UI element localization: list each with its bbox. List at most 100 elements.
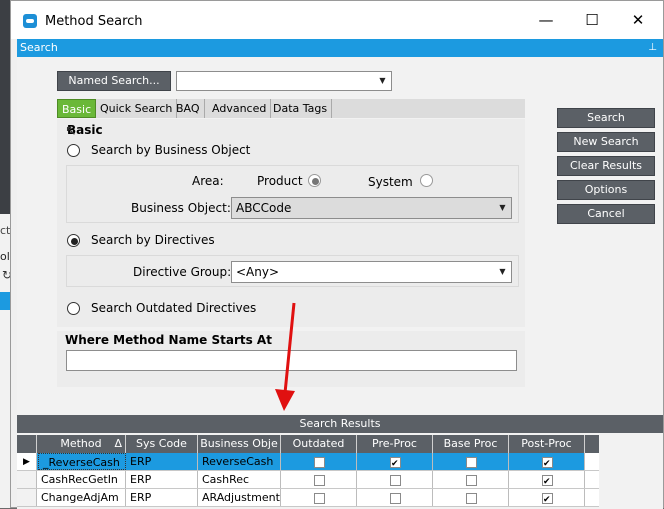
- tab-data-tags[interactable]: Data Tags: [269, 99, 333, 118]
- area-product-label: Product: [257, 174, 303, 188]
- cell-outdated[interactable]: [281, 471, 357, 488]
- where-method-heading: Where Method Name Starts At: [65, 333, 272, 347]
- tab-strip: Basic Quick Search BAQ Advanced Data Tag…: [57, 99, 525, 118]
- options-button[interactable]: Options: [557, 180, 655, 200]
- tab-baq[interactable]: BAQ: [172, 99, 205, 118]
- radio-business-object[interactable]: [67, 144, 80, 157]
- new-search-button[interactable]: New Search: [557, 132, 655, 152]
- header-post-proc[interactable]: Post-Proc: [509, 435, 585, 453]
- cell-method[interactable]: ChangeAdjAm: [37, 489, 126, 506]
- directive-group-combo[interactable]: <Any> ▼: [231, 261, 512, 283]
- checkbox-base-proc[interactable]: [466, 457, 477, 468]
- header-pre-proc[interactable]: Pre-Proc: [357, 435, 433, 453]
- results-title: Search Results: [17, 415, 663, 433]
- pin-icon[interactable]: ⊥: [648, 39, 657, 57]
- basic-section: Basic ↖ Search by Business Object Area: …: [57, 119, 525, 327]
- header-base-proc[interactable]: Base Proc: [433, 435, 509, 453]
- checkbox-outdated[interactable]: [314, 475, 325, 486]
- minimize-button[interactable]: —: [523, 1, 569, 39]
- business-object-combo[interactable]: ABCCode ▼: [231, 197, 512, 219]
- cell-business-object[interactable]: CashRec: [198, 471, 281, 488]
- cell-business-object[interactable]: ReverseCash: [198, 453, 281, 470]
- cell-pre-proc[interactable]: [357, 489, 433, 506]
- row-indicator: [17, 489, 37, 506]
- results-scroll-area[interactable]: [599, 435, 663, 509]
- search-header-label: Search: [20, 41, 58, 54]
- maximize-button[interactable]: ☐: [569, 1, 615, 39]
- named-search-button[interactable]: Named Search...: [57, 71, 171, 91]
- search-panel: Named Search... ▼ Basic Quick Search BAQ…: [17, 57, 663, 509]
- cell-sys-code[interactable]: ERP: [126, 471, 198, 488]
- search-button[interactable]: Search: [557, 108, 655, 128]
- area-system-label: System: [368, 175, 413, 189]
- cell-base-proc[interactable]: [433, 471, 509, 488]
- header-sys-code[interactable]: Sys Code: [126, 435, 198, 453]
- method-search-window: Method Search — ☐ ✕ Search ⊥ Named Searc…: [10, 0, 664, 509]
- checkbox-outdated[interactable]: [314, 457, 325, 468]
- cell-pre-proc[interactable]: [357, 471, 433, 488]
- chevron-down-icon[interactable]: ▼: [376, 74, 389, 88]
- directive-group-box: Directive Group: <Any> ▼: [66, 255, 519, 287]
- window-title: Method Search: [45, 14, 143, 29]
- cell-method[interactable]: CashRecGetIn: [37, 471, 126, 488]
- cell-base-proc[interactable]: [433, 453, 509, 470]
- cell-outdated[interactable]: [281, 453, 357, 470]
- directive-group-label: Directive Group:: [133, 265, 232, 279]
- cell-post-proc[interactable]: [509, 453, 585, 470]
- results-header: Method Δ Sys Code Business Obje Outdated…: [17, 435, 599, 453]
- area-label: Area:: [192, 174, 224, 188]
- header-business-object[interactable]: Business Obje: [198, 435, 281, 453]
- business-object-value: ABCCode: [236, 201, 292, 215]
- close-button[interactable]: ✕: [615, 1, 661, 39]
- search-header: Search ⊥: [17, 39, 663, 57]
- chevron-down-icon[interactable]: ▼: [496, 265, 509, 280]
- radio-directives-label: Search by Directives: [91, 233, 215, 247]
- cancel-button[interactable]: Cancel: [557, 204, 655, 224]
- cell-method[interactable]: _ReverseCash: [38, 453, 126, 470]
- checkbox-pre-proc[interactable]: [390, 455, 401, 470]
- header-method[interactable]: Method Δ: [37, 435, 126, 453]
- checkbox-post-proc[interactable]: [542, 455, 553, 470]
- header-spacer: [17, 435, 37, 453]
- radio-area-system[interactable]: [420, 174, 433, 187]
- radio-directives[interactable]: [67, 234, 80, 247]
- table-row[interactable]: CashRecGetIn ERP CashRec: [17, 471, 599, 489]
- tab-advanced[interactable]: Advanced: [208, 99, 272, 118]
- business-object-label: Business Object:: [131, 201, 231, 215]
- checkbox-outdated[interactable]: [314, 493, 325, 504]
- checkbox-base-proc[interactable]: [466, 493, 477, 504]
- named-search-combo[interactable]: ▼: [176, 71, 392, 91]
- cell-post-proc[interactable]: [509, 471, 585, 488]
- tab-quick-search[interactable]: Quick Search: [96, 99, 178, 118]
- checkbox-post-proc[interactable]: [542, 473, 553, 488]
- row-indicator-icon: ▶: [17, 453, 37, 470]
- checkbox-base-proc[interactable]: [466, 475, 477, 486]
- checkbox-post-proc[interactable]: [542, 491, 553, 506]
- clear-results-button[interactable]: Clear Results: [557, 156, 655, 176]
- checkbox-pre-proc[interactable]: [390, 475, 401, 486]
- results-area: Search Results Method Δ Sys Code Busines…: [17, 415, 663, 509]
- table-row[interactable]: ChangeAdjAm ERP ARAdjustment: [17, 489, 599, 507]
- radio-outdated[interactable]: [67, 302, 80, 315]
- checkbox-pre-proc[interactable]: [390, 493, 401, 504]
- cell-pre-proc[interactable]: [357, 453, 433, 470]
- mouse-cursor-icon: ↖: [65, 123, 77, 139]
- chevron-down-icon[interactable]: ▼: [496, 201, 509, 216]
- cell-business-object[interactable]: ARAdjustment: [198, 489, 281, 506]
- radio-business-object-label: Search by Business Object: [91, 143, 251, 157]
- radio-area-product[interactable]: [308, 174, 321, 187]
- header-method-label: Method: [60, 437, 102, 450]
- cell-post-proc[interactable]: [509, 489, 585, 506]
- sort-asc-icon: Δ: [114, 437, 122, 450]
- cell-sys-code[interactable]: ERP: [126, 489, 198, 506]
- app-icon: [23, 14, 37, 28]
- table-row[interactable]: ▶ _ReverseCash ERP ReverseCash: [17, 453, 599, 471]
- row-indicator: [17, 471, 37, 488]
- cell-base-proc[interactable]: [433, 489, 509, 506]
- cell-sys-code[interactable]: ERP: [126, 453, 198, 470]
- directive-group-value: <Any>: [236, 265, 280, 279]
- tab-basic[interactable]: Basic: [57, 99, 97, 118]
- header-outdated[interactable]: Outdated: [281, 435, 357, 453]
- cell-outdated[interactable]: [281, 489, 357, 506]
- annotation-arrow-icon: [275, 302, 296, 411]
